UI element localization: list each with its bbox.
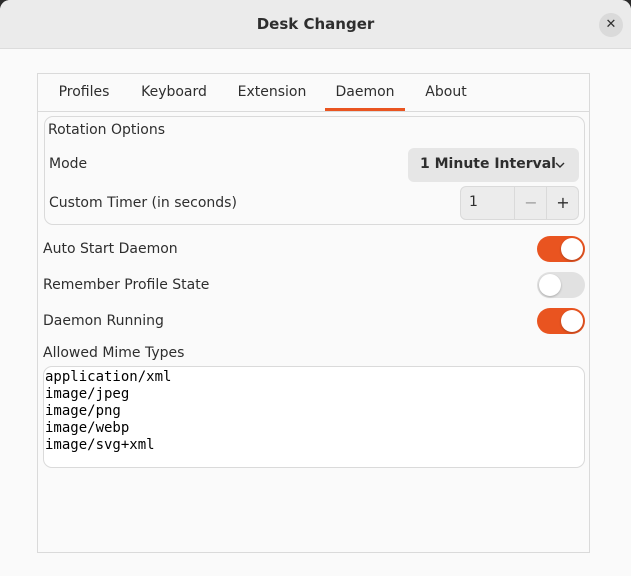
titlebar: Desk Changer ✕ bbox=[0, 0, 631, 49]
daemon-running-switch[interactable] bbox=[537, 308, 585, 334]
tab-extension[interactable]: Extension bbox=[228, 74, 316, 111]
tab-about[interactable]: About bbox=[415, 74, 477, 111]
auto-start-daemon-switch[interactable] bbox=[537, 236, 585, 262]
close-button[interactable]: ✕ bbox=[599, 13, 623, 37]
tab-keyboard[interactable]: Keyboard bbox=[132, 74, 216, 111]
decrement-button[interactable]: − bbox=[514, 187, 547, 219]
mode-dropdown[interactable]: 1 Minute Interval bbox=[408, 148, 579, 182]
rotation-options-label: Rotation Options bbox=[48, 122, 166, 138]
mime-type-line: image/jpeg bbox=[45, 386, 130, 402]
increment-button[interactable]: + bbox=[546, 187, 579, 219]
mime-type-line: image/svg+xml bbox=[45, 437, 155, 453]
preferences-notebook: Profiles Keyboard Extension Daemon About… bbox=[37, 73, 590, 553]
custom-timer-label: Custom Timer (in seconds) bbox=[49, 195, 237, 211]
custom-timer-spinbutton: 1 − + bbox=[460, 186, 579, 220]
window-title: Desk Changer bbox=[256, 15, 375, 33]
custom-timer-value[interactable]: 1 bbox=[469, 194, 478, 210]
mime-types-textview[interactable]: application/xml image/jpeg image/png ima… bbox=[43, 366, 585, 468]
mime-type-line: application/xml bbox=[45, 369, 172, 385]
mode-label: Mode bbox=[49, 156, 88, 172]
remember-profile-state-switch[interactable] bbox=[537, 272, 585, 298]
switch-knob bbox=[539, 274, 561, 296]
tab-profiles[interactable]: Profiles bbox=[46, 74, 122, 111]
remember-profile-state-label: Remember Profile State bbox=[43, 277, 210, 293]
mime-type-line: image/webp bbox=[45, 420, 130, 436]
switch-knob bbox=[561, 310, 583, 332]
tab-daemon[interactable]: Daemon bbox=[325, 74, 405, 111]
tab-bar: Profiles Keyboard Extension Daemon About bbox=[38, 74, 589, 112]
daemon-running-label: Daemon Running bbox=[43, 313, 164, 329]
auto-start-daemon-label: Auto Start Daemon bbox=[43, 241, 178, 257]
close-icon: ✕ bbox=[605, 17, 617, 32]
mode-value: 1 Minute Interval bbox=[420, 156, 556, 172]
mime-type-line: image/png bbox=[45, 403, 121, 419]
app-window: Desk Changer ✕ Profiles Keyboard Extensi… bbox=[0, 0, 631, 576]
allowed-mime-types-label: Allowed Mime Types bbox=[43, 345, 185, 361]
switch-knob bbox=[561, 238, 583, 260]
chevron-down-icon bbox=[555, 162, 565, 168]
